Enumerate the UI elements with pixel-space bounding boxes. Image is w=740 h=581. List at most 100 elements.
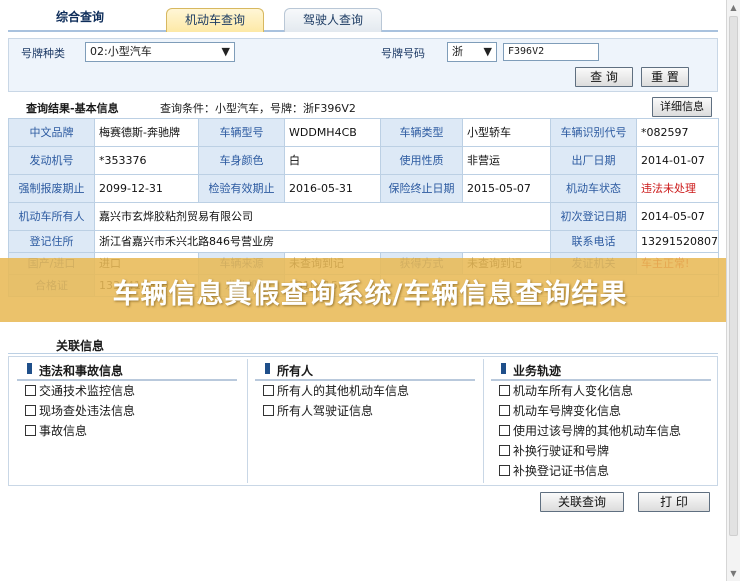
- tab-vehicle-query[interactable]: 机动车查询: [166, 8, 265, 32]
- field-value: 2016-05-31: [284, 174, 381, 203]
- related-option[interactable]: 所有人的其他机动车信息: [255, 381, 475, 401]
- plate-type-label: 号牌种类: [21, 47, 65, 60]
- column-title: 业务轨迹: [513, 364, 562, 378]
- field-value: 2015-05-07: [462, 174, 551, 203]
- field-label: 机动车所有人: [8, 202, 95, 231]
- option-label: 所有人的其他机动车信息: [277, 384, 410, 398]
- table-row: 机动车所有人 嘉兴市玄烨胶粘剂贸易有限公司 初次登记日期 2014-05-07: [8, 202, 719, 231]
- result-title: 查询结果-基本信息: [26, 102, 119, 115]
- app-window: 综合查询 机动车查询 驾驶人查询 号牌种类 02:小型汽车 ▼ 号牌号码 浙 ▼…: [0, 0, 740, 581]
- checkbox[interactable]: [25, 425, 36, 436]
- related-option[interactable]: 机动车号牌变化信息: [491, 401, 711, 421]
- print-button[interactable]: 打 印: [638, 492, 710, 512]
- option-label: 机动车号牌变化信息: [513, 404, 622, 418]
- checkbox[interactable]: [499, 385, 510, 396]
- field-label: 出厂日期: [550, 146, 637, 175]
- field-label: 保险终止日期: [380, 174, 463, 203]
- result-header: 查询结果-基本信息 查询条件：小型汽车，号牌：浙F396V2 详细信息: [8, 96, 718, 118]
- field-label: 登记住所: [8, 230, 95, 253]
- related-option[interactable]: 机动车所有人变化信息: [491, 381, 711, 401]
- checkbox[interactable]: [263, 405, 274, 416]
- section-marker-icon: [265, 363, 270, 374]
- banner-text: 车辆信息真假查询系统/车辆信息查询结果: [112, 279, 628, 310]
- field-label: 车辆类型: [380, 118, 463, 147]
- field-label: 机动车状态: [550, 174, 637, 203]
- plate-type-select[interactable]: 02:小型汽车 ▼: [85, 42, 235, 62]
- tab-driver-query[interactable]: 驾驶人查询: [284, 8, 383, 32]
- field-value: 2014-05-07: [636, 202, 719, 231]
- related-info-panel: 违法和事故信息 交通技术监控信息 现场查处违法信息 事故信息 所有人 所有人的其他机…: [8, 356, 718, 486]
- field-label: 发动机号: [8, 146, 95, 175]
- field-label: 强制报废期止: [8, 174, 95, 203]
- related-option[interactable]: 所有人驾驶证信息: [255, 401, 475, 421]
- query-form: 号牌种类 02:小型汽车 ▼ 号牌号码 浙 ▼ F396V2 查 询 重 置: [8, 38, 718, 92]
- option-label: 现场查处违法信息: [39, 404, 136, 418]
- field-value: 浙江省嘉兴市禾兴北路846号营业房: [94, 230, 551, 253]
- table-row: 强制报废期止 2099-12-31 检验有效期止 2016-05-31 保险终止日期 20…: [8, 174, 719, 203]
- vertical-scrollbar[interactable]: ▲ ▼: [726, 0, 740, 581]
- field-label: 车身颜色: [198, 146, 285, 175]
- section-marker-icon: [27, 363, 32, 374]
- option-label: 交通技术监控信息: [39, 384, 136, 398]
- scrollbar-thumb[interactable]: [729, 16, 738, 536]
- reset-button[interactable]: 重 置: [641, 67, 689, 87]
- related-query-button[interactable]: 关联查询: [540, 492, 624, 512]
- option-label: 机动车所有人变化信息: [513, 384, 634, 398]
- chevron-down-icon: ▼: [221, 45, 230, 58]
- divider: [483, 359, 484, 483]
- option-label: 补换登记证书信息: [513, 464, 610, 478]
- scroll-up-icon[interactable]: ▲: [729, 3, 738, 12]
- field-label: 中文品牌: [8, 118, 95, 147]
- province-value: 浙: [452, 45, 463, 58]
- related-option[interactable]: 现场查处违法信息: [17, 401, 237, 421]
- field-label: 车辆型号: [198, 118, 285, 147]
- related-info-header: 关联信息: [8, 334, 718, 354]
- field-value: *082597: [636, 118, 719, 147]
- checkbox[interactable]: [25, 405, 36, 416]
- checkbox[interactable]: [499, 405, 510, 416]
- field-label: 检验有效期止: [198, 174, 285, 203]
- related-option[interactable]: 补换行驶证和号牌: [491, 441, 711, 461]
- table-row: 中文品牌 梅赛德斯-奔驰牌 车辆型号 WDDMH4CB 车辆类型 小型轿车 车辆识别代号 *0…: [8, 118, 719, 147]
- field-value: 白: [284, 146, 381, 175]
- plate-number-input[interactable]: F396V2: [503, 43, 599, 61]
- field-value: WDDMH4CB: [284, 118, 381, 147]
- option-label: 所有人驾驶证信息: [277, 404, 374, 418]
- field-value: 小型轿车: [462, 118, 551, 147]
- query-condition: 查询条件：小型汽车，号牌：浙F396V2: [160, 102, 356, 115]
- checkbox[interactable]: [25, 385, 36, 396]
- column-title: 违法和事故信息: [39, 364, 124, 378]
- tab-bar: 综合查询 机动车查询 驾驶人查询: [8, 0, 718, 32]
- table-row: 登记住所 浙江省嘉兴市禾兴北路846号营业房 联系电话 13291520807: [8, 230, 719, 253]
- field-value: 2014-01-07: [636, 146, 719, 175]
- checkbox[interactable]: [499, 465, 510, 476]
- detail-info-button[interactable]: 详细信息: [652, 97, 712, 117]
- field-value: 13291520807: [636, 230, 719, 253]
- related-option[interactable]: 交通技术监控信息: [17, 381, 237, 401]
- checkbox[interactable]: [499, 445, 510, 456]
- field-value: 2099-12-31: [94, 174, 199, 203]
- query-button[interactable]: 查 询: [575, 67, 633, 87]
- related-option[interactable]: 使用过该号牌的其他机动车信息: [491, 421, 711, 441]
- plate-type-value: 02:小型汽车: [90, 45, 152, 58]
- option-label: 事故信息: [39, 424, 88, 438]
- watermark-banner: 车辆信息真假查询系统/车辆信息查询结果: [0, 258, 740, 322]
- business-trace-column: 业务轨迹 机动车所有人变化信息 机动车号牌变化信息 使用过该号牌的其他机动车信息 补换…: [491, 357, 711, 485]
- chevron-down-icon: ▼: [483, 45, 492, 58]
- violation-accident-column: 违法和事故信息 交通技术监控信息 现场查处违法信息 事故信息: [17, 357, 237, 485]
- field-value: 梅赛德斯-奔驰牌: [94, 118, 199, 147]
- divider: [247, 359, 248, 483]
- checkbox[interactable]: [499, 425, 510, 436]
- field-value: 违法未处理: [636, 174, 719, 203]
- related-info-title: 关联信息: [56, 339, 105, 353]
- table-row: 发动机号 *353376 车身颜色白使用性质 非营运 出厂日期 2014-01-07: [8, 146, 719, 175]
- option-label: 使用过该号牌的其他机动车信息: [513, 424, 682, 438]
- related-option[interactable]: 事故信息: [17, 421, 237, 441]
- column-title: 所有人: [277, 364, 314, 378]
- scroll-down-icon[interactable]: ▼: [729, 569, 738, 578]
- related-option[interactable]: 补换登记证书信息: [491, 461, 711, 481]
- field-label: 使用性质: [380, 146, 463, 175]
- province-select[interactable]: 浙 ▼: [447, 42, 497, 62]
- field-label: 联系电话: [550, 230, 637, 253]
- checkbox[interactable]: [263, 385, 274, 396]
